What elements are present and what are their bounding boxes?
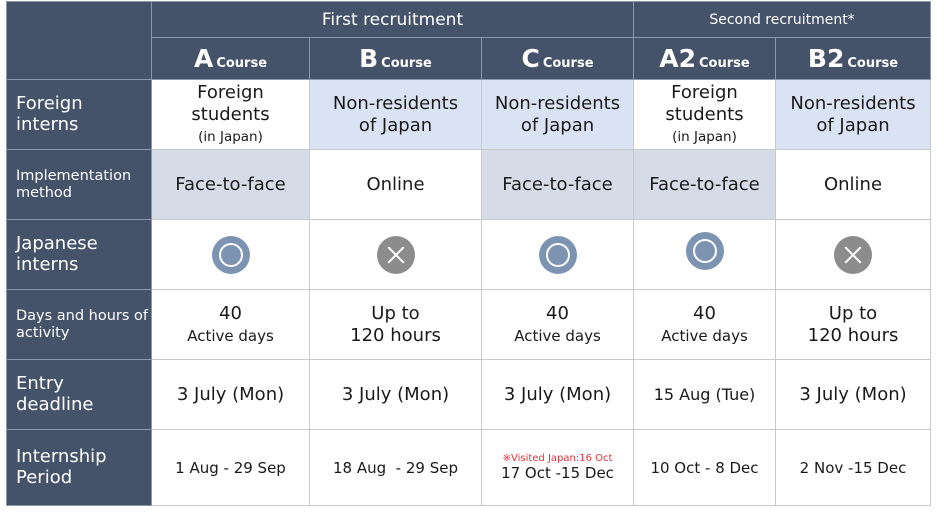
row-label-japanese-interns: Japanese interns [6, 219, 152, 290]
entry-deadline-b2: 3 July (Mon) [774, 359, 932, 430]
entry-deadline-a2: 15 Aug (Tue) [633, 359, 776, 430]
double-circle-icon [685, 231, 724, 270]
implementation-c: Face-to-face [481, 149, 634, 220]
internship-period-a: 1 Aug - 29 Sep [151, 429, 310, 506]
row-label-implementation-method: Implementation method [6, 149, 152, 220]
second-recruitment-header: Second recruitment* [632, 1, 932, 38]
course-b2-header: B2 Course [774, 37, 932, 80]
days-hours-c: 40 Active days [481, 289, 634, 360]
visited-japan-note: ※Visited Japan:16 Oct [502, 453, 613, 464]
table-row: Foreign interns Foreign students (in Japan… [6, 79, 932, 150]
days-hours-a2: 40 Active days [633, 289, 776, 360]
entry-deadline-c: 3 July (Mon) [481, 359, 634, 430]
internship-period-b: 18 Aug - 29 Sep [309, 429, 482, 506]
internship-period-a2: 10 Oct - 8 Dec [633, 429, 776, 506]
table-row: Days and hours of activity 40 Active days… [6, 289, 932, 360]
course-c-header: C Course [481, 37, 634, 80]
row-label-entry-deadline: Entry deadline [6, 359, 152, 430]
first-recruitment-header: First recruitment [151, 1, 634, 38]
days-hours-b2: Up to 120 hours [774, 289, 932, 360]
japanese-interns-b2 [774, 219, 932, 290]
table-row: Internship Period 1 Aug - 29 Sep 18 Aug … [6, 429, 932, 506]
days-hours-b: Up to 120 hours [309, 289, 482, 360]
implementation-b2: Online [774, 149, 932, 220]
internship-period-b2: 2 Nov -15 Dec [774, 429, 932, 506]
japanese-interns-b [309, 219, 482, 290]
implementation-a2: Face-to-face [633, 149, 776, 220]
course-b-header: B Course [309, 37, 482, 80]
japanese-interns-c [481, 219, 634, 290]
corner-cell [6, 1, 152, 80]
row-label-days-hours: Days and hours of activity [6, 289, 152, 360]
japanese-interns-a [151, 219, 310, 290]
table-row: Implementation method Face-to-face Onlin… [6, 149, 932, 220]
implementation-b: Online [309, 149, 482, 220]
foreign-interns-b: Non-residents of Japan [309, 79, 482, 150]
foreign-interns-a: Foreign students (in Japan) [151, 79, 310, 150]
foreign-interns-b2: Non-residents of Japan [774, 79, 932, 150]
days-hours-a: 40 Active days [151, 289, 310, 360]
japanese-interns-a2 [633, 219, 776, 290]
double-circle-icon [211, 235, 250, 274]
entry-deadline-b: 3 July (Mon) [309, 359, 482, 430]
internship-period-c: ※Visited Japan:16 Oct 17 Oct -15 Dec [481, 429, 634, 506]
cross-circle-icon [834, 235, 872, 274]
course-a-header: A Course [151, 37, 310, 80]
cross-circle-icon [376, 235, 415, 274]
foreign-interns-a2: Foreign students (in Japan) [633, 79, 776, 150]
table-row: Entry deadline 3 July (Mon) 3 July (Mon)… [6, 359, 932, 430]
entry-deadline-a: 3 July (Mon) [151, 359, 310, 430]
row-label-foreign-interns: Foreign interns [6, 79, 152, 150]
course-a2-header: A2 Course [633, 37, 776, 80]
double-circle-icon [538, 235, 577, 274]
row-label-internship-period: Internship Period [6, 429, 152, 506]
internship-courses-table: First recruitment Second recruitment* AC… [6, 1, 932, 506]
table-row: Japanese interns [6, 219, 932, 290]
implementation-a: Face-to-face [151, 149, 310, 220]
foreign-interns-c: Non-residents of Japan [481, 79, 634, 150]
